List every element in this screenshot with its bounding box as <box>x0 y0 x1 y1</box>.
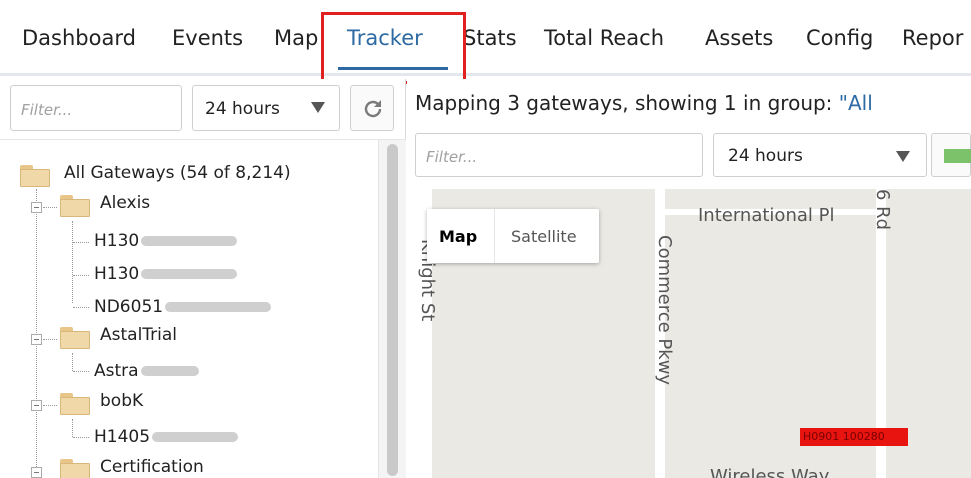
nav-item-dashboard[interactable]: Dashboard <box>22 26 136 50</box>
road-label-rd: 6 Rd <box>872 189 893 231</box>
scrollbar-thumb[interactable] <box>387 144 398 476</box>
map-panel: Mapping 3 gateways, showing 1 in group: … <box>407 79 971 478</box>
tree-connector <box>72 353 73 371</box>
map-type-map-button[interactable]: Map <box>427 209 495 263</box>
refresh-button[interactable] <box>350 85 394 131</box>
road-label-wireless: Wireless Way <box>710 466 830 478</box>
tree-group-label[interactable]: Certification <box>100 457 204 477</box>
redacted-id <box>140 366 199 376</box>
gateway-sidebar: Filter... 24 hours All Gateways (54 of 8… <box>0 79 406 478</box>
tree-connector <box>73 242 89 243</box>
redacted-id <box>141 269 238 279</box>
tree-connector <box>43 207 57 208</box>
road-label-commerce: Commerce Pkwy <box>654 235 675 386</box>
tree-connector <box>73 307 89 308</box>
nav-item-events[interactable]: Events <box>172 26 243 50</box>
tracker-page: Dashboard Events Map Tracker Stats Total… <box>0 0 971 478</box>
folder-icon <box>60 459 90 478</box>
dropdown-arrow-icon <box>311 102 325 113</box>
map-type-control: Map Satellite <box>427 209 599 263</box>
redacted-id <box>152 432 239 442</box>
color-legend-button[interactable] <box>931 133 971 177</box>
nav-item-config[interactable]: Config <box>806 26 873 50</box>
gateway-tree: All Gateways (54 of 8,214) Alexis H130 H… <box>0 149 376 478</box>
tree-device-label: H130 <box>94 264 140 284</box>
tracker-highlight-box <box>321 12 466 84</box>
folder-icon <box>60 195 90 217</box>
tree-device-item[interactable]: H130 <box>94 231 238 251</box>
tree-device-item[interactable]: Astra <box>94 361 199 381</box>
mapping-summary: Mapping 3 gateways, showing 1 in group: … <box>415 91 873 115</box>
dropdown-arrow-icon <box>896 151 910 162</box>
tree-connector <box>43 405 57 406</box>
tree-root-label[interactable]: All Gateways (54 of 8,214) <box>64 163 291 183</box>
sidebar-time-value: 24 hours <box>205 99 280 119</box>
nav-item-total-reach[interactable]: Total Reach <box>544 26 664 50</box>
mapping-text: Mapping 3 gateways, showing 1 in group: <box>415 91 839 115</box>
tree-device-label: Astra <box>94 361 139 381</box>
sidebar-divider <box>0 139 406 140</box>
tree-device-label: H1405 <box>94 427 151 447</box>
tree-device-label: ND6051 <box>94 297 164 317</box>
tree-group-label[interactable]: AstalTrial <box>100 325 177 345</box>
tree-connector <box>73 437 89 438</box>
tree-connector <box>73 275 89 276</box>
collapse-toggle-icon[interactable] <box>31 202 42 213</box>
collapse-toggle-icon[interactable] <box>31 334 42 345</box>
nav-item-map[interactable]: Map <box>274 26 318 50</box>
tree-connector <box>72 419 73 437</box>
sidebar-filter-input[interactable]: Filter... <box>10 85 182 131</box>
gateway-marker[interactable]: H0901 100280 <box>800 428 908 446</box>
refresh-icon <box>364 100 382 118</box>
tree-device-label: H130 <box>94 231 140 251</box>
nav-item-reports[interactable]: Repor <box>902 26 963 50</box>
tree-device-item[interactable]: H130 <box>94 264 238 284</box>
tree-connector <box>72 221 73 303</box>
collapse-toggle-icon[interactable] <box>31 400 42 411</box>
redacted-id <box>165 302 272 312</box>
sidebar-time-select[interactable]: 24 hours <box>192 85 340 131</box>
tree-group-label[interactable]: bobK <box>100 391 143 411</box>
tree-group-label[interactable]: Alexis <box>100 193 150 213</box>
tree-connector <box>43 339 57 340</box>
map-filter-input[interactable]: Filter... <box>415 133 703 177</box>
nav-item-stats[interactable]: Stats <box>463 26 517 50</box>
collapse-toggle-icon[interactable] <box>31 467 42 478</box>
map-type-satellite-button[interactable]: Satellite <box>499 209 589 263</box>
map-canvas[interactable]: International Pl Commerce Pkwy Knight St… <box>410 189 971 478</box>
road-label-international: International Pl <box>698 205 835 226</box>
tree-device-item[interactable]: ND6051 <box>94 297 272 317</box>
green-swatch-icon <box>944 149 971 163</box>
group-link[interactable]: "All <box>839 91 873 115</box>
tree-connector <box>73 371 89 372</box>
folder-icon <box>60 393 90 415</box>
map-time-value: 24 hours <box>728 146 803 166</box>
folder-icon <box>20 165 50 187</box>
sidebar-scrollbar[interactable] <box>378 140 406 478</box>
tree-device-item[interactable]: H1405 <box>94 427 239 447</box>
map-time-select[interactable]: 24 hours <box>713 133 927 177</box>
folder-icon <box>60 327 90 349</box>
top-nav: Dashboard Events Map Tracker Stats Total… <box>0 0 971 84</box>
redacted-id <box>141 236 238 246</box>
nav-item-assets[interactable]: Assets <box>705 26 773 50</box>
